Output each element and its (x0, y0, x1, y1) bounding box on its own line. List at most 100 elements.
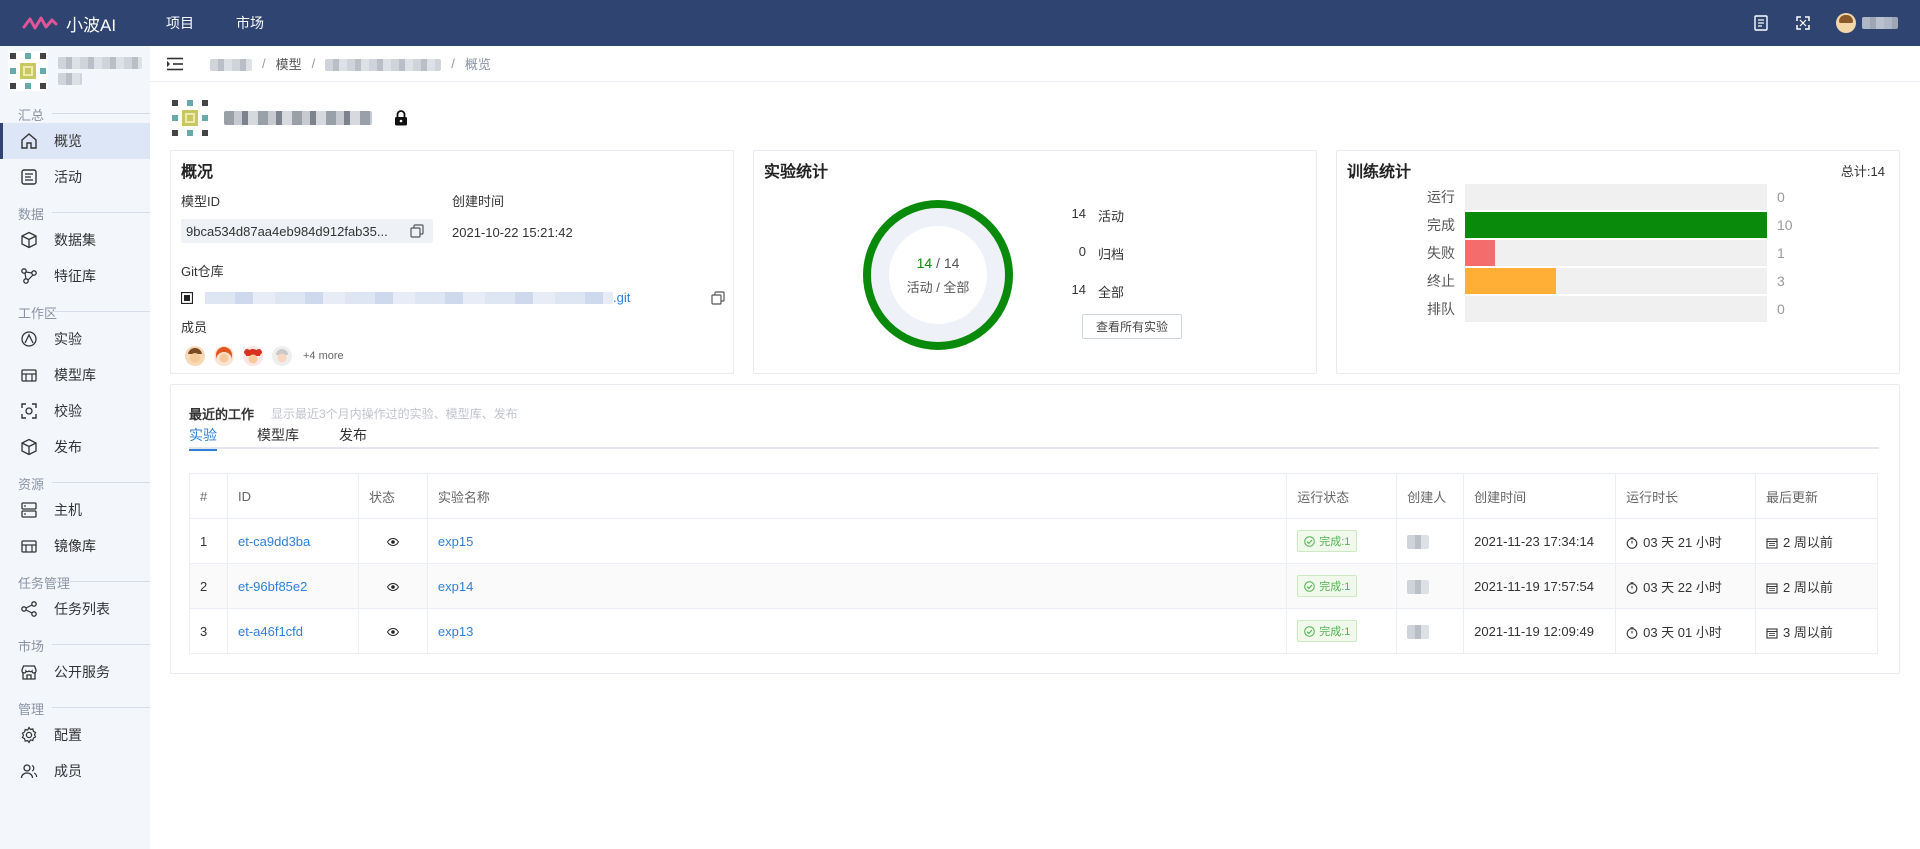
sidebar-item-image-registry[interactable]: 镜像库 (0, 528, 150, 564)
stopwatch-icon (1626, 582, 1638, 594)
members-more[interactable]: +4 more (303, 350, 344, 362)
sidebar-item-label: 特征库 (54, 268, 96, 284)
col-header-index: # (189, 473, 228, 519)
sidebar-item-model-registry[interactable]: 模型库 (0, 357, 150, 393)
sidebar-group-admin: 管理 (0, 690, 150, 717)
created-value: 2021-10-22 15:21:42 (452, 225, 573, 240)
duration-cell: 03 天 22 小时 (1615, 563, 1756, 609)
eye-icon[interactable] (386, 537, 399, 546)
sidebar-item-publish[interactable]: 发布 (0, 429, 150, 465)
sidebar-item-label: 模型库 (54, 367, 96, 383)
document-icon[interactable] (1752, 14, 1770, 32)
col-header-updated: 最后更新 (1755, 473, 1878, 519)
top-right-tools (1752, 13, 1898, 33)
project-header[interactable] (0, 46, 150, 96)
updated-text: 2 周以前 (1783, 579, 1833, 595)
view-all-experiments-button[interactable]: 查看所有实验 (1082, 314, 1182, 339)
app-name: 小波AI (66, 15, 117, 35)
project-identicon-icon (8, 51, 48, 91)
experiment-name-link[interactable]: exp15 (426, 518, 1288, 564)
sidebar-item-task-list[interactable]: 任务列表 (0, 591, 150, 627)
sidebar-item-label: 数据集 (54, 232, 96, 248)
sidebar-item-members[interactable]: 成员 (0, 753, 150, 789)
project-sub-redacted (58, 73, 82, 85)
sidebar-item-activity[interactable]: 活动 (0, 159, 150, 195)
topnav-projects[interactable]: 项目 (144, 13, 214, 33)
breadcrumb-models[interactable]: 模型 (276, 54, 302, 73)
table-row[interactable]: 1 et-ca9dd3ba exp15 完成:1 2021-11-23 17:34:14… (189, 518, 1878, 564)
bar-label: 运行 (1427, 189, 1455, 205)
status-badge-text: 完成:1 (1319, 581, 1351, 593)
creator-cell (1396, 518, 1465, 564)
tab-publish[interactable]: 发布 (339, 425, 367, 449)
tab-experiments[interactable]: 实验 (189, 425, 217, 451)
sidebar-item-validation[interactable]: 校验 (0, 393, 150, 429)
git-url-redacted[interactable] (205, 291, 613, 304)
training-stats-card: 训练统计 总计:14 运行 0 完成 10 失败 1 终止 3 排队 0 (1336, 150, 1900, 374)
eye-icon[interactable] (386, 627, 399, 636)
eye-icon[interactable] (386, 582, 399, 591)
updated-cell: 3 周以前 (1755, 608, 1878, 654)
experiment-id-link[interactable]: et-ca9dd3ba (226, 518, 359, 564)
experiment-id-link[interactable]: et-a46f1cfd (226, 608, 359, 654)
row-index: 3 (189, 608, 228, 654)
sidebar-item-label: 公开服务 (54, 664, 110, 680)
users-icon (20, 762, 38, 780)
experiment-name-link[interactable]: exp13 (426, 608, 1288, 654)
avatar[interactable] (243, 346, 263, 366)
copy-icon[interactable] (410, 224, 424, 238)
duration-text: 03 天 22 小时 (1643, 579, 1722, 595)
menu-collapse-icon[interactable] (166, 55, 184, 73)
experiment-stats-card: 实验统计 14 / 14 活动 / 全部 14 活动 0 归档 14 全部 查看… (753, 150, 1317, 374)
training-stats-title: 训练统计 (1347, 164, 1412, 181)
table-row[interactable]: 2 et-96bf85e2 exp14 完成:1 2021-11-19 17:57:54… (189, 563, 1878, 609)
updated-text: 2 周以前 (1783, 534, 1833, 550)
sidebar-item-public-services[interactable]: 公开服务 (0, 654, 150, 690)
topnav-market[interactable]: 市场 (214, 13, 284, 33)
tab-model-registry[interactable]: 模型库 (257, 425, 299, 449)
table-row[interactable]: 3 et-a46f1cfd exp13 完成:1 2021-11-19 12:09:49… (189, 608, 1878, 654)
sidebar-item-settings[interactable]: 配置 (0, 717, 150, 753)
col-header-created: 创建时间 (1463, 473, 1617, 519)
wave-logo-icon (22, 16, 58, 30)
project-name-redacted (58, 57, 142, 69)
sidebar-group-resources: 资源 (0, 465, 150, 492)
sidebar-item-dataset[interactable]: 数据集 (0, 222, 150, 258)
creator-cell (1396, 563, 1465, 609)
model-identicon-icon (170, 98, 210, 138)
copy-git-icon[interactable] (711, 290, 725, 305)
sidebar-item-hosts[interactable]: 主机 (0, 492, 150, 528)
bar-value: 3 (1777, 273, 1785, 289)
recent-tabs: 实验 模型库 发布 (189, 425, 1879, 451)
breadcrumb-model-name[interactable] (325, 56, 442, 71)
user-menu[interactable] (1836, 13, 1898, 33)
recent-work-hint: 显示最近3个月内操作过的实验、模型库、发布 (271, 407, 518, 421)
bar-track (1465, 184, 1767, 210)
sidebar-item-experiments[interactable]: 实验 (0, 321, 150, 357)
member-avatars: +4 more (185, 346, 344, 366)
sidebar-item-overview[interactable]: 概览 (0, 123, 150, 159)
experiment-id-link[interactable]: et-96bf85e2 (226, 563, 359, 609)
run-status-cell: 完成:1 (1286, 518, 1398, 564)
sidebar-item-feature-store[interactable]: 特征库 (0, 258, 150, 294)
col-header-creator: 创建人 (1396, 473, 1465, 519)
avatar[interactable] (272, 346, 292, 366)
app-logo[interactable]: 小波AI (22, 11, 144, 36)
cube-icon (20, 231, 38, 249)
avatar[interactable] (185, 346, 205, 366)
bar-value: 10 (1777, 217, 1793, 233)
visibility-cell (357, 608, 428, 654)
fullscreen-icon[interactable] (1794, 14, 1812, 32)
sidebar-item-label: 主机 (54, 502, 82, 518)
breadcrumb-project[interactable] (210, 56, 252, 71)
bar-value: 0 (1777, 189, 1785, 205)
ring-center-text: 14 / 14 活动 / 全部 (862, 199, 1014, 351)
bar-label: 终止 (1427, 273, 1455, 289)
creator-redacted (1407, 579, 1430, 594)
git-url-suffix[interactable]: .git (613, 290, 630, 305)
avatar[interactable] (214, 346, 234, 366)
ring-count: 14 / 14 (916, 254, 960, 271)
experiment-name-link[interactable]: exp14 (426, 563, 1288, 609)
package-icon (20, 438, 38, 456)
project-crumb-redacted (210, 58, 252, 71)
